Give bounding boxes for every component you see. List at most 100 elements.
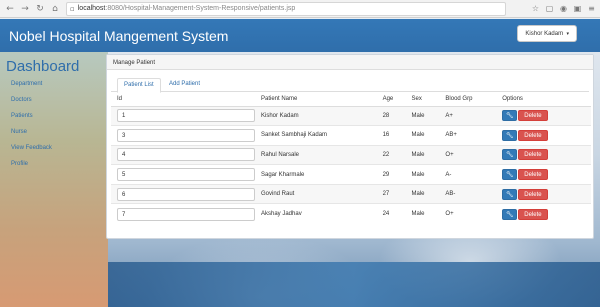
age-cell: 22 bbox=[376, 144, 406, 165]
sex-cell: Male bbox=[405, 144, 440, 165]
table-row: 1 Kishor Kadam 28 Male A+ 🔧︎ Delete bbox=[111, 105, 591, 126]
blood-group-cell: O+ bbox=[439, 144, 497, 165]
column-header-options: Options bbox=[496, 93, 591, 107]
url-host: localhost bbox=[77, 5, 106, 12]
browser-toolbar: ← → ↻ ⌂ ▫ localhost:8080/Hospital-Manage… bbox=[0, 0, 600, 18]
patient-name-cell: Sagar Kharmale bbox=[255, 164, 377, 185]
column-header-blood-group: Blood Grp bbox=[439, 93, 497, 107]
sex-cell: Male bbox=[405, 203, 440, 224]
table-row: 6 Govind Raut 27 Male AB- 🔧︎ Delete bbox=[111, 183, 591, 204]
caret-down-icon: ▾ bbox=[565, 31, 569, 37]
sex-cell: Male bbox=[405, 164, 440, 185]
home-icon[interactable]: ⌂ bbox=[50, 4, 60, 14]
navbar: Nobel Hospital Mangement System Kishor K… bbox=[0, 19, 600, 52]
tab-bar: Patient List Add Patient bbox=[111, 76, 589, 93]
column-header-id: Id bbox=[111, 93, 255, 107]
background-image-bottom bbox=[108, 262, 600, 307]
sidebar-item-doctors[interactable]: Doctors bbox=[11, 97, 32, 103]
background-image-left bbox=[0, 52, 108, 307]
id-cell: 5 bbox=[111, 164, 255, 185]
delete-button[interactable]: Delete bbox=[518, 110, 548, 122]
table-row: 5 Sagar Kharmale 29 Male A- 🔧︎ Delete bbox=[111, 164, 591, 185]
patient-id-field[interactable]: 1 bbox=[117, 109, 255, 123]
patient-name-cell: Sanket Sambhaji Kadam bbox=[255, 125, 377, 146]
delete-button[interactable]: Delete bbox=[518, 188, 548, 200]
star-icon[interactable]: ☆ bbox=[530, 3, 541, 14]
patient-name-cell: Govind Raut bbox=[255, 183, 377, 204]
table-row: 3 Sanket Sambhaji Kadam 16 Male AB+ 🔧︎ Delete bbox=[111, 125, 591, 146]
user-name: Kishor Kadam bbox=[525, 31, 564, 37]
options-cell: 🔧︎ Delete bbox=[496, 125, 591, 146]
sidebar-item-patients[interactable]: Patients bbox=[11, 113, 33, 119]
options-cell: 🔧︎ Delete bbox=[496, 144, 591, 165]
patient-table: Id Patient Name Age Sex Blood Grp Option… bbox=[111, 93, 591, 224]
wrench-icon[interactable]: 🔧︎ bbox=[502, 169, 518, 181]
patient-id-field[interactable]: 3 bbox=[117, 128, 255, 142]
tab-add-patient[interactable]: Add Patient bbox=[163, 78, 206, 93]
age-cell: 28 bbox=[376, 105, 406, 126]
age-cell: 24 bbox=[376, 203, 406, 224]
options-cell: 🔧︎ Delete bbox=[496, 164, 591, 185]
blood-group-cell: A- bbox=[439, 164, 497, 185]
url-path: :8080/Hospital-Management-System-Respons… bbox=[105, 5, 296, 12]
wrench-icon[interactable]: 🔧︎ bbox=[502, 208, 518, 220]
sex-cell: Male bbox=[405, 105, 440, 126]
options-cell: 🔧︎ Delete bbox=[496, 105, 591, 126]
id-cell: 6 bbox=[111, 183, 255, 204]
sidebar-item-view-feedback[interactable]: View Feedback bbox=[11, 145, 52, 151]
column-header-age: Age bbox=[376, 93, 406, 107]
blood-group-cell: O+ bbox=[439, 203, 497, 224]
sidebar-title: Dashboard bbox=[6, 58, 80, 75]
table-row: 4 Rahul Narsale 22 Male O+ 🔧︎ Delete bbox=[111, 144, 591, 165]
id-cell: 7 bbox=[111, 203, 255, 224]
delete-button[interactable]: Delete bbox=[518, 149, 548, 161]
forward-arrow-icon[interactable]: → bbox=[20, 4, 30, 14]
id-cell: 3 bbox=[111, 125, 255, 146]
age-cell: 27 bbox=[376, 183, 406, 204]
patient-name-cell: Rahul Narsale bbox=[255, 144, 377, 165]
patient-name-cell: Kishor Kadam bbox=[255, 105, 377, 126]
wrench-icon[interactable]: 🔧︎ bbox=[502, 110, 518, 122]
delete-button[interactable]: Delete bbox=[518, 208, 548, 220]
blood-group-cell: AB+ bbox=[439, 125, 497, 146]
delete-button[interactable]: Delete bbox=[518, 129, 548, 141]
blood-group-cell: A+ bbox=[439, 105, 497, 126]
tab-patient-list[interactable]: Patient List bbox=[117, 78, 161, 93]
reload-icon[interactable]: ↻ bbox=[35, 4, 45, 14]
patient-id-field[interactable]: 5 bbox=[117, 168, 255, 182]
sidebar-item-profile[interactable]: Profile bbox=[11, 161, 28, 167]
sidebar-item-department[interactable]: Department bbox=[11, 81, 42, 87]
panel-heading: Manage Patient bbox=[107, 55, 593, 70]
age-cell: 16 bbox=[376, 125, 406, 146]
user-menu-button[interactable]: Kishor Kadam ▾ bbox=[517, 25, 577, 42]
wrench-icon[interactable]: 🔧︎ bbox=[502, 149, 518, 161]
manage-patient-panel: Manage Patient Patient List Add Patient … bbox=[106, 54, 594, 239]
options-cell: 🔧︎ Delete bbox=[496, 203, 591, 224]
column-header-name: Patient Name bbox=[255, 93, 377, 107]
wrench-icon[interactable]: 🔧︎ bbox=[502, 188, 518, 200]
column-header-sex: Sex bbox=[405, 93, 440, 107]
patient-id-field[interactable]: 4 bbox=[117, 148, 255, 162]
extension-icon[interactable]: ◉ bbox=[558, 3, 569, 14]
delete-button[interactable]: Delete bbox=[518, 169, 548, 181]
sex-cell: Male bbox=[405, 183, 440, 204]
options-cell: 🔧︎ Delete bbox=[496, 183, 591, 204]
wrench-icon[interactable]: 🔧︎ bbox=[502, 129, 518, 141]
blood-group-cell: AB- bbox=[439, 183, 497, 204]
extension-icon[interactable]: ▣ bbox=[572, 3, 583, 14]
id-cell: 1 bbox=[111, 105, 255, 126]
table-row: 7 Akshay Jadhav 24 Male O+ 🔧︎ Delete bbox=[111, 203, 591, 224]
patient-id-field[interactable]: 6 bbox=[117, 187, 255, 201]
id-cell: 4 bbox=[111, 144, 255, 165]
menu-icon[interactable]: ≡ bbox=[586, 3, 597, 14]
address-bar[interactable]: ▫ localhost:8080/Hospital-Management-Sys… bbox=[66, 1, 506, 16]
table-header-row: Id Patient Name Age Sex Blood Grp Option… bbox=[111, 93, 591, 107]
page-icon: ▫ bbox=[70, 4, 75, 13]
sex-cell: Male bbox=[405, 125, 440, 146]
patient-id-field[interactable]: 7 bbox=[117, 207, 255, 221]
patient-name-cell: Akshay Jadhav bbox=[255, 203, 377, 224]
back-arrow-icon[interactable]: ← bbox=[5, 4, 15, 14]
brand-title[interactable]: Nobel Hospital Mangement System bbox=[9, 28, 228, 44]
sidebar-item-nurse[interactable]: Nurse bbox=[11, 129, 27, 135]
extension-icon[interactable]: ▢ bbox=[544, 3, 555, 14]
